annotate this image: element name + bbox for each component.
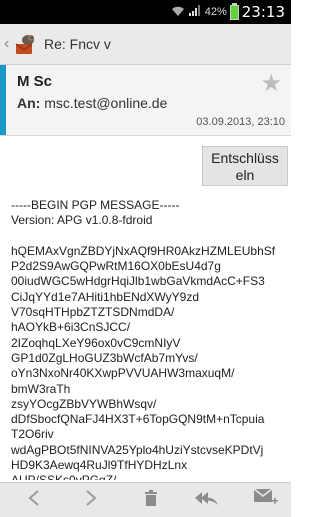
message-line: bmW3raTh (11, 381, 71, 396)
message-header: M Sc An: msc.test@online.de ★ 03.09.2013… (0, 65, 291, 136)
k9-mail-app-icon[interactable] (14, 32, 38, 56)
sender-name[interactable]: M Sc (17, 73, 52, 90)
clock: 23:13 (241, 3, 285, 21)
status-bar: 42% 23:13 (0, 0, 291, 24)
chevron-right-icon (84, 487, 98, 513)
message-line (11, 229, 289, 244)
trash-icon (144, 487, 158, 513)
status-icons: 42% 23:13 (171, 0, 285, 24)
recipient-line: An: msc.test@online.de (17, 95, 167, 111)
message-line: GP1d0ZgLHoGUZ3bWcfAb7mYvs/ (11, 350, 198, 365)
compose-mail-icon (253, 487, 279, 513)
message-line: T2O6riv (11, 427, 54, 442)
message-line: wdAgPBOt5fNINVA25Yplo4hUziYstcvseKPDtVj (11, 442, 264, 457)
compose-button[interactable] (241, 483, 291, 517)
next-message-button[interactable] (66, 483, 116, 517)
conversation-title: Re: Fncv v (44, 36, 111, 52)
message-line: Version: APG v1.0.8-fdroid (11, 213, 153, 228)
message-line: V70sqHTHpbZTZTSDNmdDA/ (11, 305, 175, 320)
back-chevron-icon[interactable]: ‹ (4, 35, 12, 53)
message-date: 03.09.2013, 23:10 (196, 116, 285, 128)
delete-button[interactable] (126, 483, 176, 517)
battery-icon (229, 2, 239, 20)
message-line: dDfSbocfQNaFJ4HX3T+6TopGQN9tM+nTcpuia (11, 412, 265, 427)
message-line: -----BEGIN PGP MESSAGE----- (11, 198, 180, 212)
message-line: AUP/SSKs0vPGgZ/ (11, 473, 289, 480)
message-line: 2IZoqhqLXeY96ox0vC9cmNIyV (11, 335, 181, 350)
to-label: An: (17, 95, 41, 111)
bottom-action-bar (0, 482, 291, 517)
message-line: hAOYkB+6i3CnSJCC/ (11, 320, 131, 335)
account-color-bar (0, 65, 6, 135)
reply-all-icon (194, 487, 220, 513)
message-line: CiJqYYd1e7AHiti1hbENdXWyY9zd (11, 289, 199, 304)
previous-message-button[interactable] (9, 483, 59, 517)
message-line: hQEMAxVgnZBDYjNxAQf9HR0AkzHZMLEUbhSf (11, 243, 276, 258)
battery-percent: 42% (204, 6, 227, 18)
recipient-address[interactable]: msc.test@online.de (44, 95, 167, 111)
action-bar: ‹ Re: Fncv v (0, 24, 291, 65)
message-line: zsyYOcgZBbVYWBhWsqv/ (11, 396, 157, 411)
decrypt-button-label-line2: eln (235, 167, 255, 183)
signal-icon (188, 4, 202, 20)
star-icon[interactable]: ★ (260, 69, 282, 98)
wifi-icon (171, 5, 185, 20)
message-line: oYn3NxoNr40KXwpPVVUAHW3maxuqM/ (11, 366, 235, 381)
decrypt-button[interactable]: Entschlüss eln (202, 146, 288, 186)
message-line: HD9K3Aewq4RuJl9TfHYDHzLnx (11, 458, 188, 473)
decrypt-button-label-line1: Entschlüss (211, 150, 279, 166)
chevron-left-icon (27, 487, 41, 513)
message-body: -----BEGIN PGP MESSAGE----- Version: APG … (11, 198, 289, 480)
reply-all-button[interactable] (182, 483, 232, 517)
message-line: 00iudWGC5wHdgrHqiJlb1wbGaVkmdAcC+FS3 (11, 274, 265, 289)
message-line: P2d2S9AwGQPwRtM16OX0bEsU4d7g (11, 259, 221, 274)
